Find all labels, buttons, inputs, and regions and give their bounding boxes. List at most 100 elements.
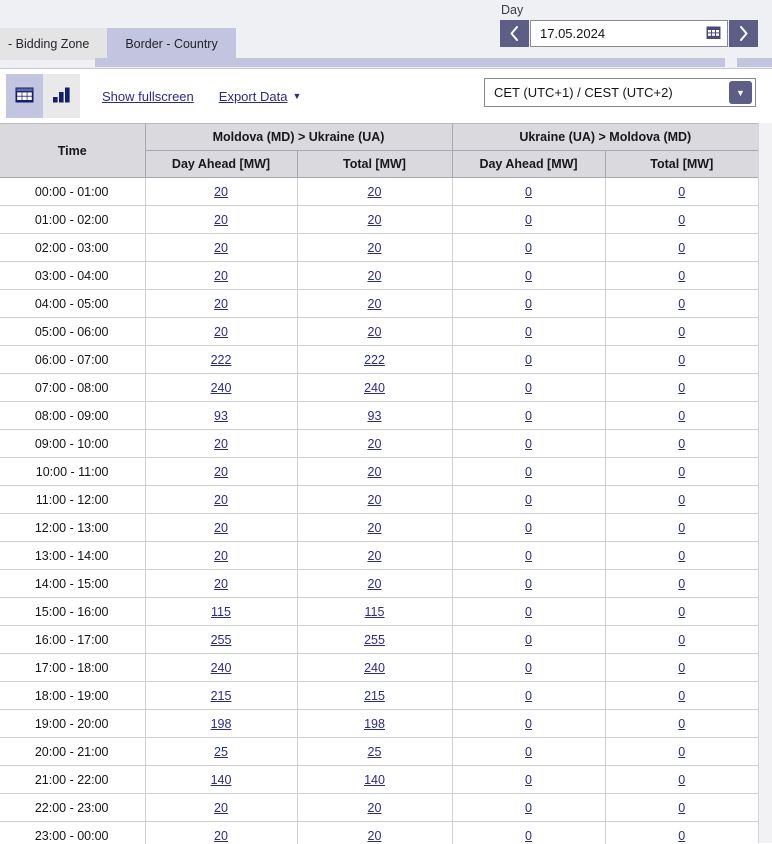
chart-view-button[interactable] <box>43 74 80 118</box>
table-view-button[interactable] <box>6 74 43 118</box>
value-link[interactable]: 25 <box>368 745 382 759</box>
value-link[interactable]: 0 <box>525 661 532 675</box>
value-link[interactable]: 0 <box>678 465 685 479</box>
value-link[interactable]: 93 <box>368 409 382 423</box>
value-link[interactable]: 20 <box>368 829 382 843</box>
value-link[interactable]: 20 <box>214 493 228 507</box>
tab-border-country[interactable]: Border - Country <box>107 28 235 60</box>
value-link[interactable]: 0 <box>525 633 532 647</box>
value-link[interactable]: 140 <box>211 773 232 787</box>
value-link[interactable]: 0 <box>525 437 532 451</box>
value-link[interactable]: 20 <box>368 437 382 451</box>
value-link[interactable]: 0 <box>678 549 685 563</box>
value-link[interactable]: 240 <box>211 661 232 675</box>
calendar-icon[interactable] <box>706 25 721 43</box>
show-fullscreen-link[interactable]: Show fullscreen <box>102 89 194 104</box>
value-link[interactable]: 0 <box>525 521 532 535</box>
value-link[interactable]: 0 <box>525 801 532 815</box>
value-link[interactable]: 0 <box>678 689 685 703</box>
value-link[interactable]: 0 <box>525 773 532 787</box>
value-link[interactable]: 0 <box>525 829 532 843</box>
value-link[interactable]: 198 <box>364 717 385 731</box>
value-link[interactable]: 20 <box>368 213 382 227</box>
value-link[interactable]: 215 <box>364 689 385 703</box>
value-link[interactable]: 20 <box>214 801 228 815</box>
export-data-button[interactable]: Export Data ▼ <box>219 89 302 104</box>
value-link[interactable]: 0 <box>525 185 532 199</box>
value-link[interactable]: 0 <box>678 269 685 283</box>
value-link[interactable]: 0 <box>678 745 685 759</box>
value-link[interactable]: 0 <box>525 297 532 311</box>
value-link[interactable]: 0 <box>678 661 685 675</box>
value-link[interactable]: 0 <box>678 605 685 619</box>
value-link[interactable]: 20 <box>368 493 382 507</box>
value-link[interactable]: 25 <box>214 745 228 759</box>
value-link[interactable]: 20 <box>214 577 228 591</box>
previous-day-button[interactable] <box>500 20 529 47</box>
value-link[interactable]: 115 <box>211 605 231 619</box>
value-link[interactable]: 20 <box>368 549 382 563</box>
value-link[interactable]: 115 <box>365 605 385 619</box>
value-link[interactable]: 20 <box>368 325 382 339</box>
value-link[interactable]: 20 <box>214 465 228 479</box>
value-link[interactable]: 20 <box>368 269 382 283</box>
value-link[interactable]: 222 <box>211 353 232 367</box>
value-link[interactable]: 0 <box>678 353 685 367</box>
value-link[interactable]: 20 <box>214 437 228 451</box>
value-link[interactable]: 20 <box>214 213 228 227</box>
value-link[interactable]: 0 <box>678 801 685 815</box>
value-link[interactable]: 0 <box>525 605 532 619</box>
value-link[interactable]: 0 <box>525 717 532 731</box>
value-link[interactable]: 0 <box>678 241 685 255</box>
value-link[interactable]: 0 <box>525 409 532 423</box>
value-link[interactable]: 20 <box>368 465 382 479</box>
value-link[interactable]: 240 <box>364 381 385 395</box>
value-link[interactable]: 20 <box>368 801 382 815</box>
value-link[interactable]: 0 <box>525 465 532 479</box>
tab-bidding-zone[interactable]: - Bidding Zone <box>0 28 107 60</box>
value-link[interactable]: 0 <box>525 325 532 339</box>
date-input[interactable]: 17.05.2024 <box>530 20 728 47</box>
next-day-button[interactable] <box>729 20 758 47</box>
value-link[interactable]: 240 <box>211 381 232 395</box>
data-table-container[interactable]: Time Moldova (MD) > Ukraine (UA) Ukraine… <box>0 123 758 844</box>
value-link[interactable]: 20 <box>368 577 382 591</box>
value-link[interactable]: 0 <box>678 577 685 591</box>
value-link[interactable]: 0 <box>678 185 685 199</box>
value-link[interactable]: 0 <box>678 829 685 843</box>
value-link[interactable]: 0 <box>525 689 532 703</box>
value-link[interactable]: 20 <box>214 325 228 339</box>
value-link[interactable]: 198 <box>211 717 232 731</box>
value-link[interactable]: 0 <box>678 773 685 787</box>
value-link[interactable]: 0 <box>678 493 685 507</box>
value-link[interactable]: 0 <box>678 297 685 311</box>
value-link[interactable]: 255 <box>211 633 232 647</box>
value-link[interactable]: 20 <box>368 241 382 255</box>
value-link[interactable]: 20 <box>214 297 228 311</box>
value-link[interactable]: 0 <box>525 577 532 591</box>
value-link[interactable]: 20 <box>214 185 228 199</box>
value-link[interactable]: 0 <box>678 325 685 339</box>
value-link[interactable]: 20 <box>214 549 228 563</box>
value-link[interactable]: 20 <box>214 829 228 843</box>
value-link[interactable]: 20 <box>214 241 228 255</box>
value-link[interactable]: 0 <box>678 437 685 451</box>
value-link[interactable]: 0 <box>678 409 685 423</box>
timezone-select[interactable]: CET (UTC+1) / CEST (UTC+2) ▼ <box>484 78 756 107</box>
value-link[interactable]: 20 <box>368 521 382 535</box>
value-link[interactable]: 240 <box>364 661 385 675</box>
value-link[interactable]: 0 <box>525 493 532 507</box>
value-link[interactable]: 20 <box>368 297 382 311</box>
value-link[interactable]: 0 <box>678 633 685 647</box>
value-link[interactable]: 215 <box>211 689 232 703</box>
value-link[interactable]: 0 <box>525 269 532 283</box>
value-link[interactable]: 0 <box>678 521 685 535</box>
value-link[interactable]: 0 <box>525 549 532 563</box>
value-link[interactable]: 0 <box>525 381 532 395</box>
value-link[interactable]: 255 <box>364 633 385 647</box>
value-link[interactable]: 20 <box>214 269 228 283</box>
value-link[interactable]: 0 <box>525 745 532 759</box>
value-link[interactable]: 0 <box>525 353 532 367</box>
value-link[interactable]: 20 <box>214 521 228 535</box>
value-link[interactable]: 0 <box>678 717 685 731</box>
